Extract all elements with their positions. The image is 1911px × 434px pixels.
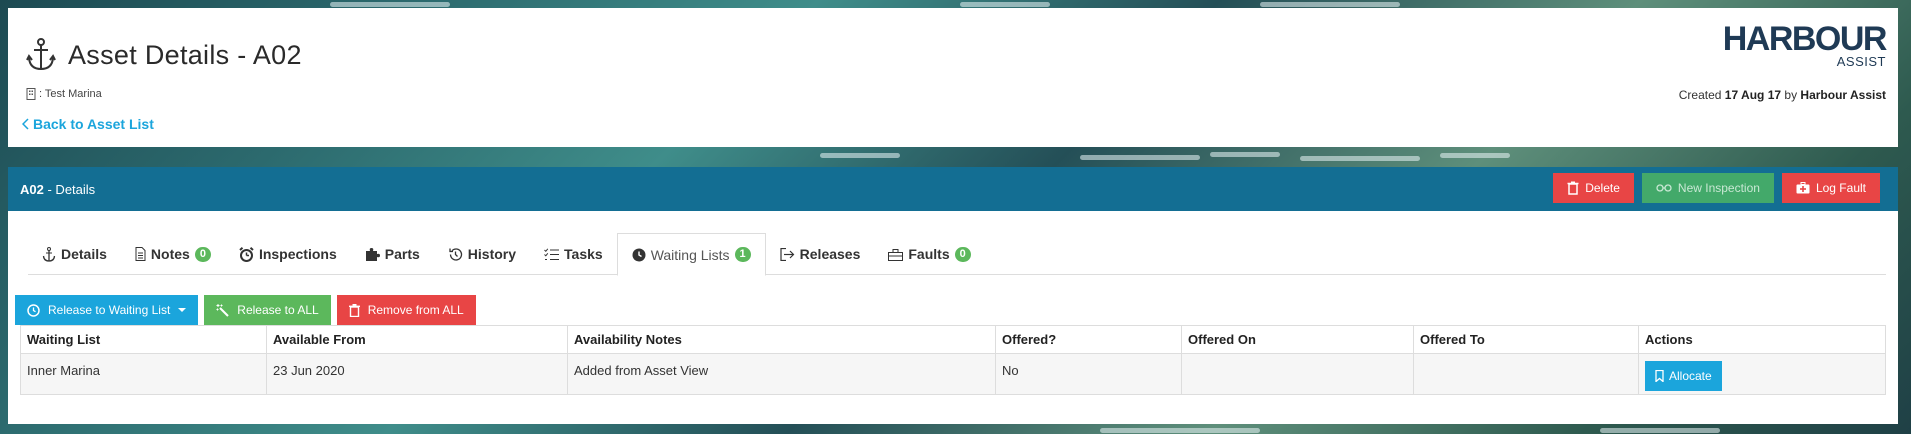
delete-button[interactable]: Delete [1553,173,1634,203]
tab-label: Tasks [564,246,603,262]
bookmark-icon [1655,370,1664,382]
allocate-button[interactable]: Allocate [1645,361,1722,391]
details-panel: A02 - Details Delete New Inspection Log … [8,167,1898,424]
waiting-list-table: Waiting List Available From Availability… [20,325,1886,395]
page-title: Asset Details - A02 [26,38,302,72]
tab-label: History [467,246,517,262]
column-header: Available From [266,325,568,354]
anchor-icon [26,38,56,71]
faults-count-badge: 0 [954,246,971,262]
cell-actions: Allocate [1638,353,1886,395]
building-icon [26,88,36,100]
trash-icon [1567,181,1579,195]
created-by-prefix: by [1784,88,1798,102]
clock-icon [27,303,40,317]
asset-tabs: Details Notes 0 Inspections Parts Histor… [28,233,1886,276]
new-inspection-label: New Inspection [1677,181,1760,195]
column-header: Availability Notes [567,325,996,354]
toolbox-icon [888,248,904,261]
tab-label: Inspections [258,246,337,262]
created-prefix: Created [1678,88,1722,102]
tab-history[interactable]: History [434,233,530,275]
tab-label: Releases [799,246,861,262]
tab-notes[interactable]: Notes 0 [121,233,225,275]
tab-releases[interactable]: Releases [766,233,875,275]
logo-main-text: HARBOUR [1722,20,1888,58]
tab-label: Faults [908,246,950,262]
column-header: Waiting List [20,325,267,354]
column-header: Actions [1638,325,1886,354]
trash-icon [348,303,360,317]
remove-from-all-button[interactable]: Remove from ALL [336,295,476,325]
details-bar: A02 - Details Delete New Inspection Log … [8,167,1898,211]
release-to-all-button[interactable]: Release to ALL [204,295,331,325]
tab-waiting-lists[interactable]: Waiting Lists 1 [616,233,766,276]
tab-inspections[interactable]: Inspections [225,233,351,275]
asset-title: Asset Details - A02 [68,39,302,70]
delete-label: Delete [1585,181,1620,195]
column-header: Offered? [995,325,1182,354]
waiting-lists-count-badge: 1 [734,247,751,262]
anchor-icon [42,246,56,262]
caret-down-icon [178,308,187,312]
column-header: Offered On [1181,325,1414,354]
release-to-waiting-list-dropdown[interactable]: Release to Waiting List [15,295,199,325]
release-waiting-label: Release to Waiting List [48,303,171,317]
cell-availability-notes: Added from Asset View [567,353,996,395]
glasses-icon [1656,184,1672,192]
history-icon [449,247,462,261]
tab-tasks[interactable]: Tasks [530,233,617,275]
column-header: Offered To [1413,325,1639,354]
file-icon [135,247,146,261]
marina-name: : Test Marina [39,88,102,100]
tab-parts[interactable]: Parts [351,233,434,275]
checklist-icon [544,247,560,260]
clock-icon [632,248,646,261]
created-date: 17 Aug 17 [1724,88,1782,102]
tab-label: Parts [384,246,420,262]
log-fault-button[interactable]: Log Fault [1781,173,1880,203]
medkit-icon [1796,182,1810,194]
back-to-asset-list-link[interactable]: Back to Asset List [22,116,154,132]
log-fault-label: Log Fault [1815,181,1866,195]
puzzle-icon [365,247,380,261]
cell-offered-to [1413,353,1639,395]
details-suffix: - Details [47,181,96,197]
chevron-left-icon [22,118,29,130]
release-all-label: Release to ALL [237,303,319,317]
remove-all-label: Remove from ALL [367,303,464,317]
details-actions: Delete New Inspection Log Fault [1553,173,1880,203]
table-row: Inner Marina 23 Jun 2020 Added from Asse… [20,353,1886,395]
details-bar-title: A02 - Details [20,182,95,197]
cell-offered: No [995,353,1182,395]
magic-wand-icon [216,303,229,317]
alarm-icon [239,246,254,262]
harbour-assist-logo: HARBOUR ASSIST [1722,20,1888,68]
tab-label: Details [61,246,107,262]
waiting-list-toolbar: Release to Waiting List Release to ALL R… [15,295,476,325]
back-link-label: Back to Asset List [33,116,154,132]
table-header-row: Waiting List Available From Availability… [20,325,1886,354]
created-info: Created 17 Aug 17 by Harbour Assist [1679,88,1886,102]
tab-label: Waiting Lists [650,246,730,263]
tab-faults[interactable]: Faults 0 [874,233,984,275]
cell-waiting-list: Inner Marina [20,353,267,395]
asset-header: Asset Details - A02 : Test Marina Back t… [8,8,1898,147]
allocate-label: Allocate [1669,369,1712,383]
cell-available-from: 23 Jun 2020 [266,353,568,395]
tab-details[interactable]: Details [28,233,121,275]
notes-count-badge: 0 [194,246,211,262]
created-by: Harbour Assist [1800,88,1886,102]
tab-label: Notes [150,246,190,262]
details-asset-code: A02 [20,181,44,197]
marina-label: : Test Marina [26,88,102,100]
cell-offered-on [1181,353,1414,395]
exit-icon [780,247,795,261]
new-inspection-button[interactable]: New Inspection [1641,173,1774,203]
